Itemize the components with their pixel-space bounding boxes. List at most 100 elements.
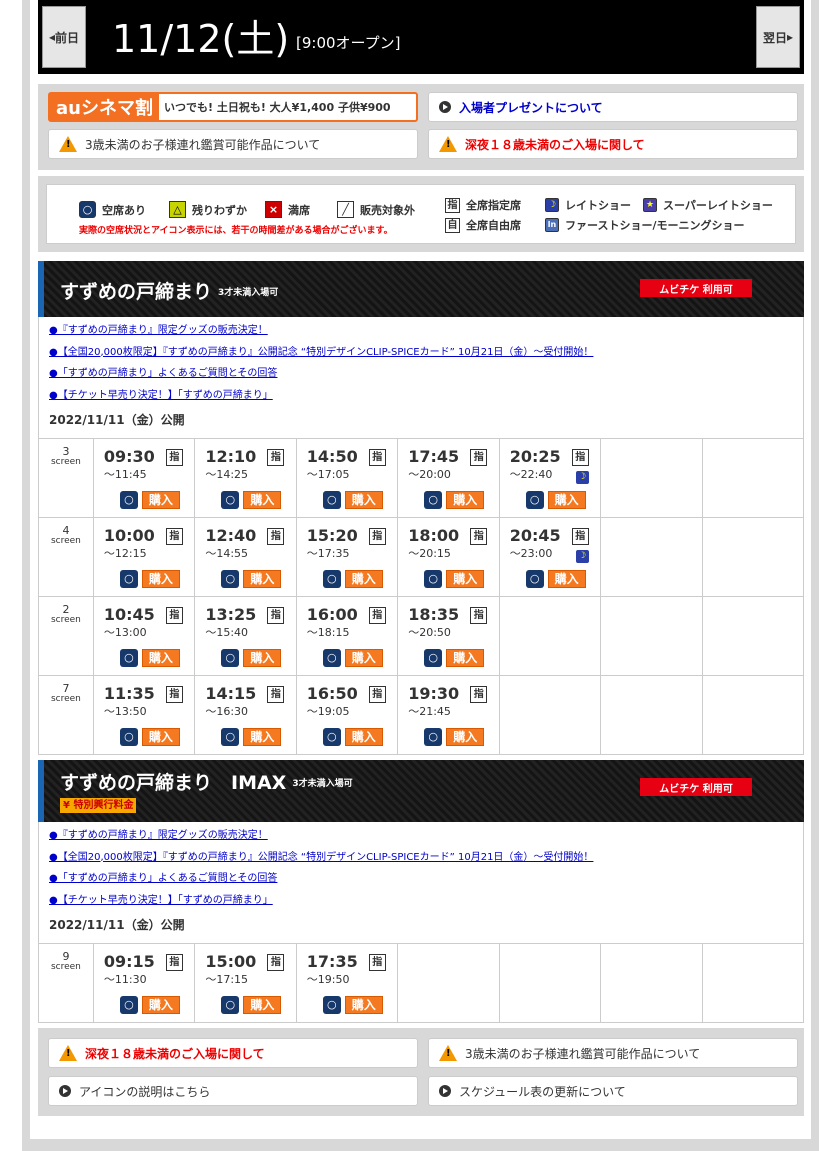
buy-button[interactable]: ○ 購入 — [221, 649, 282, 667]
start-time: 14:50 — [306, 447, 358, 466]
buy-label: 購入 — [141, 491, 180, 509]
news-link[interactable]: ●【全国20,000枚限定】『すずめの戸締まり』公開記念 “特別デザインCLIP… — [49, 847, 793, 869]
reserved-seat-icon: 指 — [165, 686, 183, 703]
screen-row: 3 screen 09:30 指～11:45 ○ 購入 12:10 指～14:25 ○ 購入 14:… — [39, 439, 803, 518]
vacant-icon: ○ — [322, 570, 341, 588]
reserved-seat-icon: 指 — [470, 686, 488, 703]
buy-button[interactable]: ○ 購入 — [322, 570, 383, 588]
end-time: ～16:30 — [205, 705, 249, 718]
arrow-circle-icon — [59, 1085, 71, 1097]
buy-button[interactable]: ○ 購入 — [322, 728, 383, 746]
news-link[interactable]: ●『すずめの戸締まり』限定グッズの販売決定！ — [49, 825, 793, 847]
reserved-seat-icon: 指 — [470, 449, 488, 466]
buy-button[interactable]: ○ 購入 — [322, 649, 383, 667]
vacant-icon: ○ — [119, 491, 138, 509]
start-time: 10:45 — [103, 605, 155, 624]
showtime-cell: 16:50 指 ～19:05 ○ 購入 — [295, 676, 397, 754]
vacant-icon: ○ — [119, 996, 138, 1014]
screen-word: screen — [50, 536, 81, 546]
showtime-cell — [701, 597, 803, 675]
buy-label: 購入 — [547, 491, 586, 509]
late18-link[interactable]: 深夜１８歳未満のご入場に関して — [428, 129, 798, 159]
buy-button[interactable]: ○ 購入 — [525, 570, 586, 588]
movie-links: ●『すずめの戸締まり』限定グッズの販売決定！ ●【全国20,000枚限定】『すず… — [38, 317, 804, 438]
news-link[interactable]: ●【チケット早売り決定！】「すずめの戸締まり」 — [49, 385, 793, 407]
movie-block: すずめの戸締まり 3才未満入場可 ムビチケ 利用可 ●『すずめの戸締まり』限定グッ… — [38, 261, 804, 755]
buy-button[interactable]: ○ 購入 — [119, 728, 180, 746]
buy-button[interactable]: ○ 購入 — [119, 570, 180, 588]
buy-button[interactable]: ○ 購入 — [221, 491, 282, 509]
present-link[interactable]: 入場者プレゼントについて — [428, 92, 798, 122]
reserved-seat-icon: 指 — [368, 686, 386, 703]
end-time: ～21:45 — [408, 705, 451, 718]
news-link[interactable]: ●『すずめの戸締まり』限定グッズの販売決定！ — [49, 320, 793, 342]
start-time: 20:25 — [509, 447, 561, 466]
next-day-button[interactable]: 翌日 ▸ — [756, 6, 800, 68]
news-link[interactable]: ●【全国20,000枚限定】『すずめの戸締まり』公開記念 “特別デザインCLIP… — [49, 342, 793, 364]
vacant-icon: ○ — [221, 649, 240, 667]
buy-button[interactable]: ○ 購入 — [119, 649, 180, 667]
buy-button[interactable]: ○ 購入 — [424, 649, 485, 667]
end-time: ～20:50 — [408, 626, 451, 639]
screen-no: 4 — [62, 524, 70, 537]
showtime-cell — [600, 676, 701, 754]
buy-button[interactable]: ○ 購入 — [221, 996, 282, 1014]
showtime-cell — [498, 597, 600, 675]
buy-button[interactable]: ○ 購入 — [322, 996, 383, 1014]
moon-icon: ☽ — [545, 198, 559, 212]
under3-link[interactable]: 3歳未満のお子様連れ鑑賞可能作品について — [428, 1038, 798, 1068]
free-seat-icon: 自 — [445, 217, 460, 233]
news-link[interactable]: ●「すずめの戸締まり」よくあるご質問とその回答 — [49, 363, 793, 385]
showtime-cell: 19:30 指 ～21:45 ○ 購入 — [397, 676, 498, 754]
end-time: ～15:40 — [205, 626, 249, 639]
end-time: ～11:30 — [103, 973, 147, 986]
showtime-cell — [701, 676, 803, 754]
page-frame: ◂ 前日 11/12(土) [9:00オープン] 翌日 ▸ auシネマ割 いつでも!… — [22, 0, 819, 1151]
vacant-icon: ○ — [119, 728, 138, 746]
end-time: ～12:15 — [103, 547, 147, 560]
buy-button[interactable]: ○ 購入 — [221, 728, 282, 746]
reserved-seat-icon: 指 — [368, 607, 386, 624]
icon-help-link[interactable]: アイコンの説明はこちら — [48, 1076, 418, 1106]
buy-button[interactable]: ○ 購入 — [119, 491, 180, 509]
news-link[interactable]: ●「すずめの戸締まり」よくあるご質問とその回答 — [49, 868, 793, 890]
news-link[interactable]: ●【チケット早売り決定！】「すずめの戸締まり」 — [49, 890, 793, 912]
buy-button[interactable]: ○ 購入 — [424, 728, 485, 746]
buy-button[interactable]: ○ 購入 — [322, 491, 383, 509]
screen-number: 4 screen — [39, 518, 93, 596]
prev-label: 前日 — [55, 30, 80, 45]
buy-button[interactable]: ○ 購入 — [221, 570, 282, 588]
showtime-cell: 09:30 指 ～11:45 ○ 購入 — [92, 439, 194, 517]
warning-icon — [59, 1045, 77, 1061]
buy-button[interactable]: ○ 購入 — [424, 570, 485, 588]
late18-link[interactable]: 深夜１８歳未満のご入場に関して — [48, 1038, 418, 1068]
buy-label: 購入 — [344, 570, 383, 588]
start-time: 12:40 — [205, 526, 257, 545]
schedule-update-link[interactable]: スケジュール表の更新について — [428, 1076, 798, 1106]
prev-day-button[interactable]: ◂ 前日 — [42, 6, 86, 68]
next-label: 翌日 — [762, 30, 787, 45]
footer-panel: 深夜１８歳未満のご入場に関して 3歳未満のお子様連れ鑑賞可能作品について アイコ… — [38, 1028, 804, 1116]
icon-legend: ○ 空席あり △ 残りわずか × 満席 ╱ 販売対象外 指全席指定席 自全席自由席 ☽ レ… — [46, 184, 796, 244]
first-show-icon: ln — [545, 218, 559, 232]
buy-button[interactable]: ○ 購入 — [119, 996, 180, 1014]
under3-link[interactable]: 3歳未満のお子様連れ鑑賞可能作品について — [48, 129, 418, 159]
start-time: 09:15 — [103, 952, 155, 971]
movie-title[interactable]: すずめの戸締まり IMAX 3才未満入場可 — [60, 768, 353, 795]
release-date: 2022/11/11（金）公開 — [49, 413, 185, 427]
movie-header: すずめの戸締まり IMAX 3才未満入場可 ¥ 特別興行料金 ムビチケ 利用可 — [38, 760, 804, 822]
screen-row: 4 screen 10:00 指～12:15 ○ 購入 12:40 指～14:55 ○ 購入 15:… — [39, 518, 803, 597]
movie-header: すずめの戸締まり 3才未満入場可 ムビチケ 利用可 — [38, 261, 804, 317]
movie-title[interactable]: すずめの戸締まり 3才未満入場可 — [60, 277, 278, 304]
showtime-cell — [701, 518, 803, 596]
vacant-icon: ○ — [79, 201, 96, 218]
content-area: ◂ 前日 11/12(土) [9:00オープン] 翌日 ▸ auシネマ割 いつでも!… — [30, 0, 811, 1139]
screen-no: 2 — [62, 603, 70, 616]
vacant-icon: ○ — [525, 570, 544, 588]
buy-button[interactable]: ○ 購入 — [525, 491, 586, 509]
showtime-cell: 12:10 指 ～14:25 ○ 購入 — [194, 439, 295, 517]
au-logo: auシネマ割 — [50, 94, 159, 120]
reserved-seat-icon: 指 — [470, 528, 488, 545]
buy-button[interactable]: ○ 購入 — [424, 491, 485, 509]
au-cinema-banner[interactable]: auシネマ割 いつでも! 土日祝も! 大人¥1,400 子供¥900 — [48, 92, 418, 122]
